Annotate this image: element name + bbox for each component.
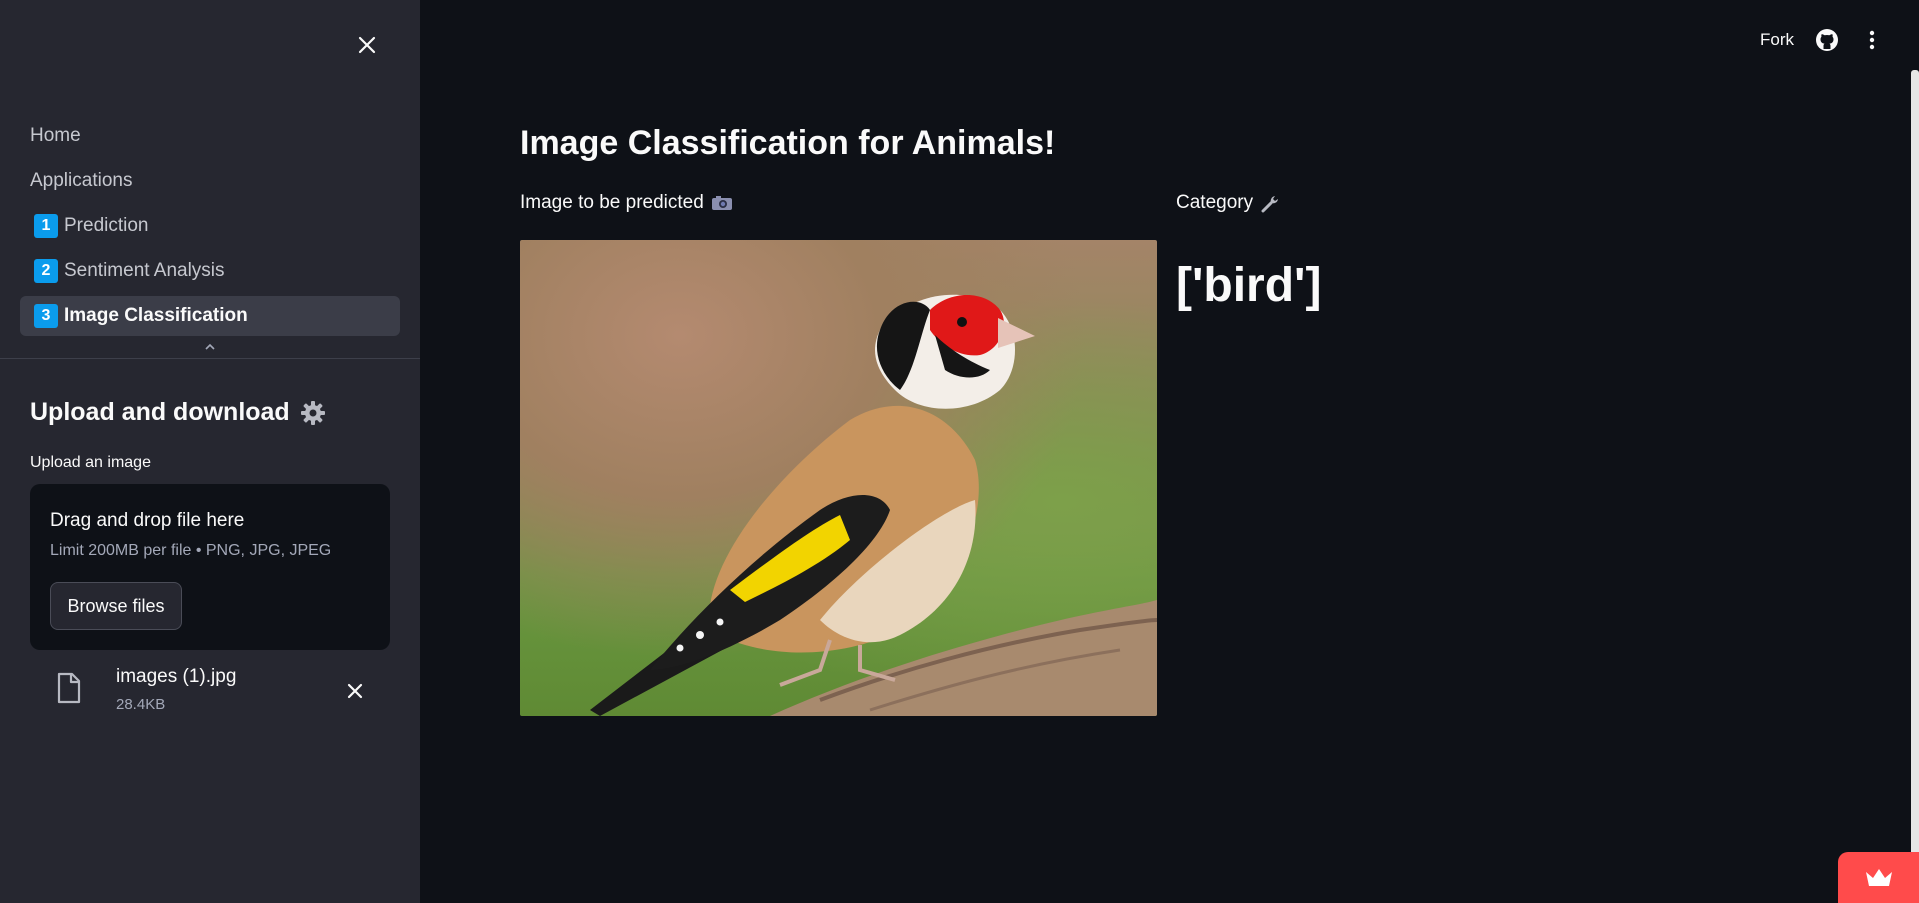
number-badge: 3 — [34, 304, 58, 328]
nav-item-label: Home — [30, 125, 81, 146]
chevron-up-icon — [205, 343, 215, 350]
dropzone-instructions: Drag and drop file here — [50, 510, 245, 531]
github-button[interactable] — [1815, 28, 1839, 57]
sidebar-divider — [0, 358, 420, 359]
file-size: 28.4KB — [116, 696, 166, 713]
nav-item-label: Sentiment Analysis — [64, 260, 225, 281]
predicted-category: ['bird'] — [1176, 259, 1322, 312]
dropzone-limits: Limit 200MB per file • PNG, JPG, JPEG — [50, 542, 332, 559]
nav-item-label: Applications — [30, 170, 133, 191]
manage-app-button[interactable] — [1838, 852, 1919, 903]
page-scrollbar[interactable] — [1911, 70, 1919, 903]
close-icon — [347, 683, 363, 699]
fork-link[interactable]: Fork — [1760, 30, 1794, 50]
collapse-nav-button[interactable] — [200, 338, 220, 358]
upload-section-title: Upload and download — [30, 398, 326, 427]
github-icon — [1816, 29, 1838, 51]
page-title: Image Classification for Animals! — [520, 124, 1056, 162]
upload-image-label: Upload an image — [30, 454, 151, 471]
remove-file-button[interactable] — [342, 678, 368, 704]
nav-item-applications[interactable]: Applications — [20, 161, 400, 201]
category-column-label-text: Category — [1176, 192, 1254, 213]
predicted-image — [520, 240, 1157, 716]
file-icon — [57, 672, 81, 704]
gear-icon — [300, 400, 325, 425]
nav-item-home[interactable]: Home — [20, 116, 400, 156]
nav-item-image-classification[interactable]: 3 Image Classification — [20, 296, 400, 336]
nav-item-prediction[interactable]: 1 Prediction — [20, 206, 400, 246]
camera-icon — [711, 196, 732, 210]
nav-item-label: Prediction — [64, 215, 149, 236]
uploaded-file: images (1).jpg 28.4KB — [30, 660, 390, 720]
nav-item-sentiment-analysis[interactable]: 2 Sentiment Analysis — [20, 251, 400, 291]
close-sidebar-button[interactable] — [352, 30, 382, 60]
nav-item-label: Image Classification — [64, 305, 248, 326]
file-name: images (1).jpg — [116, 666, 237, 687]
file-dropzone[interactable]: Drag and drop file here Limit 200MB per … — [30, 484, 390, 650]
kebab-menu-icon — [1869, 30, 1875, 50]
wrench-icon — [1261, 196, 1279, 213]
close-icon — [358, 36, 376, 54]
number-badge: 1 — [34, 214, 58, 238]
category-column-label: Category — [1176, 192, 1281, 214]
image-column-label-text: Image to be predicted — [520, 192, 704, 213]
main-menu-button[interactable] — [1864, 28, 1880, 57]
image-column-label: Image to be predicted — [520, 192, 734, 214]
crown-icon — [1865, 868, 1892, 886]
number-badge: 2 — [34, 259, 58, 283]
sidebar-nav: Home Applications 1 Prediction 2 Sentime… — [20, 116, 400, 341]
browse-files-button[interactable]: Browse files — [50, 582, 182, 630]
sidebar: Home Applications 1 Prediction 2 Sentime… — [0, 0, 420, 903]
upload-title-text: Upload and download — [30, 398, 290, 426]
bird-photo — [590, 294, 1157, 716]
